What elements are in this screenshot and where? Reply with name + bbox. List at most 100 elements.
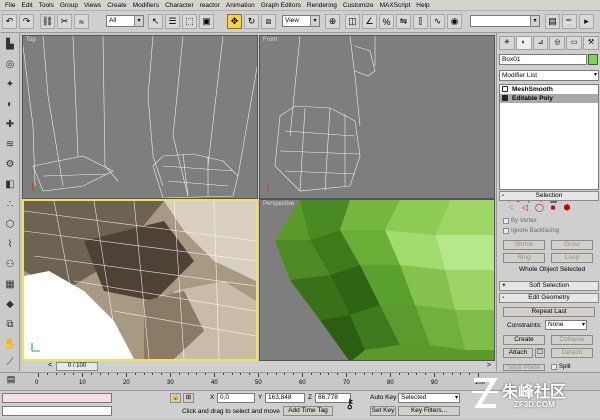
menu-tools[interactable]: Tools: [36, 0, 57, 11]
ring-button[interactable]: Ring: [503, 253, 545, 263]
compound-icon[interactable]: ◧: [2, 177, 18, 193]
menu-help[interactable]: Help: [413, 0, 432, 11]
render-last-icon[interactable]: ▸: [579, 14, 594, 29]
mesh-icon[interactable]: ▦: [2, 277, 18, 293]
shape-icon[interactable]: ◎: [2, 57, 18, 73]
object-icon[interactable]: ▙: [2, 37, 18, 53]
loop-button[interactable]: Loop: [551, 253, 593, 263]
stack-item-meshsmooth[interactable]: MeshSmooth: [500, 85, 598, 94]
viewport-top[interactable]: Top: [22, 35, 258, 199]
create-tab-icon[interactable]: ✳: [499, 36, 515, 50]
utilities-tab-icon[interactable]: ⚒: [583, 36, 599, 50]
time-slider-thumb[interactable]: 0 / 100: [56, 362, 98, 371]
align-icon[interactable]: ⫿: [413, 14, 428, 29]
motion-tab-icon[interactable]: ◎: [549, 36, 566, 50]
maxscript-output-field[interactable]: [2, 406, 112, 416]
spacewarp-icon[interactable]: ≋: [2, 137, 18, 153]
named-selection-dropdown[interactable]: ▾: [470, 15, 540, 27]
create-button[interactable]: Create: [503, 335, 545, 345]
transform-mode-icon[interactable]: ⊞: [183, 393, 194, 403]
object-color-swatch[interactable]: [588, 54, 598, 65]
grow-button[interactable]: Grow: [551, 240, 593, 250]
light-icon[interactable]: ✦: [2, 77, 18, 93]
viewport-perspective[interactable]: Perspective: [259, 199, 495, 361]
element-icon[interactable]: ⬢: [563, 204, 571, 212]
system-icon[interactable]: ⚙: [2, 157, 18, 173]
key-icon[interactable]: ⚷: [345, 396, 355, 412]
menu-maxscript[interactable]: MAXScript: [377, 0, 414, 11]
object-name-field[interactable]: Box01: [499, 54, 587, 65]
particles-icon[interactable]: ∴: [2, 197, 18, 213]
bone-icon[interactable]: ⟋: [2, 355, 18, 371]
pivot-icon[interactable]: ⊕: [325, 14, 340, 29]
select-by-name-icon[interactable]: ☰: [165, 14, 180, 29]
by-vertex-checkbox[interactable]: By Vertex: [503, 218, 537, 224]
lock-selection-icon[interactable]: 🔒: [170, 393, 181, 403]
scale-icon[interactable]: ⧈: [261, 14, 276, 29]
expand-icon[interactable]: [502, 95, 508, 101]
menu-character[interactable]: Character: [162, 0, 197, 11]
menu-edit[interactable]: Edit: [18, 0, 35, 11]
modify-tab-icon[interactable]: ◐: [515, 36, 532, 50]
lightbulb-icon[interactable]: [502, 86, 508, 92]
curve-editor-icon[interactable]: ∿: [430, 14, 445, 29]
add-time-tag-button[interactable]: Add Time Tag: [283, 406, 333, 416]
camera-icon[interactable]: ◐: [2, 97, 18, 113]
bind-icon[interactable]: ≈: [74, 14, 89, 29]
hierarchy-tab-icon[interactable]: ⊿: [532, 36, 549, 50]
angle-snap-icon[interactable]: ∠: [362, 14, 377, 29]
menu-rendering[interactable]: Rendering: [304, 0, 340, 11]
menu-customize[interactable]: Customize: [340, 0, 377, 11]
menu-graph-editors[interactable]: Graph Editors: [258, 0, 304, 11]
undo-icon[interactable]: ↶: [2, 14, 17, 29]
viewport-left[interactable]: [22, 199, 258, 361]
menu-animation[interactable]: Animation: [223, 0, 258, 11]
ignore-backfacing-checkbox[interactable]: Ignore Backfacing: [503, 228, 559, 234]
selection-rollout-header[interactable]: - Selection: [499, 191, 599, 201]
attach-button[interactable]: Attach: [503, 348, 533, 358]
viewport-label[interactable]: Front: [263, 37, 277, 43]
soft-selection-rollout-header[interactable]: + Soft Selection: [499, 281, 599, 291]
next-frame-icon[interactable]: >: [487, 362, 491, 369]
key-filters-button[interactable]: Key Filters...: [398, 406, 460, 416]
attach-list-icon[interactable]: ☐: [535, 348, 545, 358]
menu-views[interactable]: Views: [81, 0, 104, 11]
patch-icon[interactable]: ⬡: [2, 217, 18, 233]
redo-icon[interactable]: ↷: [19, 14, 34, 29]
split-checkbox[interactable]: Split: [551, 364, 571, 370]
menu-file[interactable]: File: [2, 0, 18, 11]
selection-filter-dropdown[interactable]: All ▾: [106, 15, 144, 27]
edit-geometry-rollout-header[interactable]: - Edit Geometry: [499, 293, 599, 303]
unlink-icon[interactable]: ✂: [57, 14, 72, 29]
mirror-icon[interactable]: ⇋: [396, 14, 411, 29]
menu-create[interactable]: Create: [104, 0, 130, 11]
detach-button[interactable]: Detach: [551, 348, 593, 358]
select-icon[interactable]: ↖: [148, 14, 163, 29]
snap-icon[interactable]: ◫: [345, 14, 360, 29]
menu-modifiers[interactable]: Modifiers: [130, 0, 162, 11]
nurbs-icon[interactable]: ⌇: [2, 237, 18, 253]
repeat-last-button[interactable]: Repeat Last: [503, 307, 595, 317]
vertex-icon[interactable]: ⁖: [507, 204, 515, 212]
modifier-list-dropdown[interactable]: Modifier List ▾: [499, 70, 599, 81]
shrink-button[interactable]: Shrink: [503, 240, 545, 250]
uvw-icon[interactable]: ⧉: [2, 317, 18, 333]
viewport-front[interactable]: Front: [259, 35, 495, 199]
quick-render-icon[interactable]: ☕: [562, 14, 577, 29]
helper-icon[interactable]: ✚: [2, 117, 18, 133]
border-icon[interactable]: ◯: [535, 204, 544, 212]
ref-coord-dropdown[interactable]: View ▾: [282, 15, 320, 27]
rotate-icon[interactable]: ↻: [244, 14, 259, 29]
constraints-dropdown[interactable]: None ▾: [545, 320, 587, 330]
time-slider[interactable]: 0 / 100 < >: [22, 361, 495, 372]
prev-frame-icon[interactable]: <: [48, 362, 52, 369]
menu-reactor[interactable]: reactor: [197, 0, 223, 11]
skin-icon[interactable]: ✋: [2, 337, 18, 353]
window-crossing-icon[interactable]: ▣: [199, 14, 214, 29]
link-icon[interactable]: ⛓: [40, 14, 55, 29]
material-editor-icon[interactable]: ◉: [447, 14, 462, 29]
maxscript-listener-field[interactable]: [2, 393, 112, 403]
dynamics-icon[interactable]: ⚇: [2, 257, 18, 273]
slice-plane-button[interactable]: Slice Plane: [503, 364, 545, 371]
x-coordinate-field[interactable]: 0,0: [217, 393, 255, 403]
